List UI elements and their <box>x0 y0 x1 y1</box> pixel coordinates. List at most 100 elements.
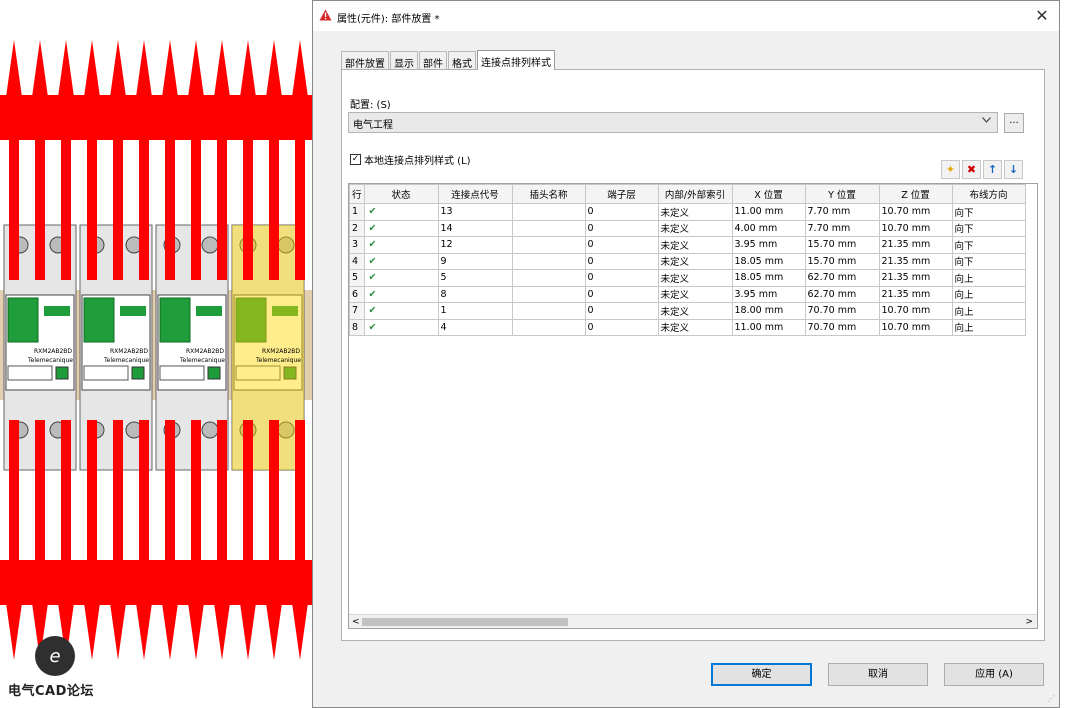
ok-button[interactable]: 确定 <box>711 663 812 686</box>
row-number[interactable]: 5 <box>349 269 365 287</box>
scroll-left-icon[interactable]: < <box>352 615 360 628</box>
column-header[interactable]: 内部/外部索引 <box>657 184 733 204</box>
table-cell[interactable]: 70.70 mm <box>804 318 880 336</box>
table-cell[interactable] <box>511 219 586 237</box>
table-cell[interactable]: 18.00 mm <box>731 302 806 320</box>
column-header[interactable]: 连接点代号 <box>437 184 513 204</box>
row-number[interactable]: 7 <box>349 302 365 320</box>
table-cell[interactable] <box>511 318 586 336</box>
table-row[interactable]: 3 ✔ 12 0 未定义 3.95 mm 15.70 mm 21.35 mm 向下 <box>349 236 1026 254</box>
table-cell[interactable]: 0 <box>584 219 659 237</box>
table-cell[interactable]: 10.70 mm <box>878 302 953 320</box>
connection-point-grid[interactable]: 行状态 连接点代号 插头名称 端子层 内部/外部索引 X 位置 Y 位置 Z 位置 布线方向 1… <box>348 183 1038 629</box>
table-cell[interactable]: 向上 <box>951 302 1026 320</box>
table-cell[interactable] <box>511 269 586 287</box>
table-cell[interactable]: 0 <box>584 252 659 270</box>
table-cell[interactable]: 8 <box>437 285 513 303</box>
status-check-icon[interactable]: ✔ <box>363 285 439 303</box>
table-cell[interactable]: 12 <box>437 236 513 254</box>
horizontal-scrollbar[interactable]: < > <box>349 614 1037 628</box>
table-cell[interactable]: 向下 <box>951 203 1026 221</box>
table-cell[interactable]: 21.35 mm <box>878 285 953 303</box>
tab-parts[interactable]: 部件 <box>419 51 447 70</box>
column-header[interactable]: 端子层 <box>584 184 659 204</box>
table-cell[interactable]: 向上 <box>951 269 1026 287</box>
move-down-button[interactable]: ↓ <box>1004 160 1023 179</box>
table-cell[interactable] <box>511 203 586 221</box>
table-cell[interactable]: 14 <box>437 219 513 237</box>
table-cell[interactable]: 4 <box>437 318 513 336</box>
table-cell[interactable]: 向下 <box>951 219 1026 237</box>
table-cell[interactable]: 未定义 <box>657 302 733 320</box>
tab-part-placement[interactable]: 部件放置 <box>341 51 389 70</box>
column-header[interactable]: 状态 <box>363 184 439 204</box>
table-cell[interactable]: 未定义 <box>657 219 733 237</box>
table-cell[interactable]: 10.70 mm <box>878 318 953 336</box>
table-cell[interactable]: 0 <box>584 318 659 336</box>
table-cell[interactable]: 3.95 mm <box>731 236 806 254</box>
table-cell[interactable]: 15.70 mm <box>804 252 880 270</box>
apply-button[interactable]: 应用 (A) <box>944 663 1044 686</box>
move-up-button[interactable]: ↑ <box>983 160 1002 179</box>
scroll-thumb[interactable] <box>362 618 568 626</box>
status-check-icon[interactable]: ✔ <box>363 302 439 320</box>
row-number[interactable]: 3 <box>349 236 365 254</box>
table-cell[interactable]: 0 <box>584 302 659 320</box>
close-button[interactable]: ✕ <box>1031 6 1053 26</box>
table-cell[interactable]: 15.70 mm <box>804 236 880 254</box>
config-select[interactable]: 电气工程 <box>348 112 998 133</box>
row-number[interactable]: 8 <box>349 318 365 336</box>
table-cell[interactable]: 11.00 mm <box>731 203 806 221</box>
table-cell[interactable]: 13 <box>437 203 513 221</box>
table-cell[interactable]: 4.00 mm <box>731 219 806 237</box>
table-cell[interactable]: 21.35 mm <box>878 269 953 287</box>
table-cell[interactable]: 未定义 <box>657 318 733 336</box>
row-number[interactable]: 1 <box>349 203 365 221</box>
row-number[interactable]: 4 <box>349 252 365 270</box>
table-cell[interactable]: 21.35 mm <box>878 236 953 254</box>
tab-format[interactable]: 格式 <box>448 51 476 70</box>
table-cell[interactable]: 未定义 <box>657 236 733 254</box>
table-cell[interactable] <box>511 236 586 254</box>
tab-display[interactable]: 显示 <box>390 51 418 70</box>
column-header[interactable]: Y 位置 <box>804 184 880 204</box>
add-row-button[interactable]: ✦ <box>941 160 960 179</box>
local-style-checkbox[interactable]: ✓ 本地连接点排列样式 (L) <box>350 152 471 167</box>
table-row[interactable]: 7 ✔ 1 0 未定义 18.00 mm 70.70 mm 10.70 mm 向上 <box>349 302 1026 320</box>
table-row[interactable]: 8 ✔ 4 0 未定义 11.00 mm 70.70 mm 10.70 mm 向上 <box>349 318 1026 336</box>
column-header[interactable]: 插头名称 <box>511 184 586 204</box>
table-cell[interactable]: 18.05 mm <box>731 269 806 287</box>
row-number[interactable]: 6 <box>349 285 365 303</box>
column-header[interactable]: Z 位置 <box>878 184 953 204</box>
table-cell[interactable]: 10.70 mm <box>878 203 953 221</box>
table-cell[interactable]: 7.70 mm <box>804 203 880 221</box>
table-cell[interactable]: 5 <box>437 269 513 287</box>
delete-row-button[interactable]: ✖ <box>962 160 981 179</box>
table-row[interactable]: 6 ✔ 8 0 未定义 3.95 mm 62.70 mm 21.35 mm 向上 <box>349 285 1026 303</box>
column-header[interactable]: X 位置 <box>731 184 806 204</box>
table-row[interactable]: 2 ✔ 14 0 未定义 4.00 mm 7.70 mm 10.70 mm 向下 <box>349 219 1026 237</box>
status-check-icon[interactable]: ✔ <box>363 318 439 336</box>
table-cell[interactable]: 70.70 mm <box>804 302 880 320</box>
tab-connection-point-pattern[interactable]: 连接点排列样式 <box>477 50 555 70</box>
table-row[interactable]: 1 ✔ 13 0 未定义 11.00 mm 7.70 mm 10.70 mm 向下 <box>349 203 1026 221</box>
table-cell[interactable]: 21.35 mm <box>878 252 953 270</box>
table-cell[interactable]: 62.70 mm <box>804 269 880 287</box>
table-cell[interactable]: 向下 <box>951 252 1026 270</box>
dialog-titlebar[interactable]: 属性(元件): 部件放置 * ✕ <box>313 1 1059 31</box>
row-number[interactable]: 2 <box>349 219 365 237</box>
table-cell[interactable]: 10.70 mm <box>878 219 953 237</box>
table-cell[interactable]: 18.05 mm <box>731 252 806 270</box>
table-cell[interactable]: 1 <box>437 302 513 320</box>
table-cell[interactable]: 3.95 mm <box>731 285 806 303</box>
status-check-icon[interactable]: ✔ <box>363 236 439 254</box>
status-check-icon[interactable]: ✔ <box>363 219 439 237</box>
table-cell[interactable]: 11.00 mm <box>731 318 806 336</box>
config-more-button[interactable]: ... <box>1004 113 1024 133</box>
cancel-button[interactable]: 取消 <box>828 663 928 686</box>
table-cell[interactable]: 向下 <box>951 236 1026 254</box>
checkbox-box[interactable]: ✓ <box>350 154 361 165</box>
table-cell[interactable]: 62.70 mm <box>804 285 880 303</box>
table-cell[interactable] <box>511 285 586 303</box>
table-cell[interactable]: 未定义 <box>657 203 733 221</box>
